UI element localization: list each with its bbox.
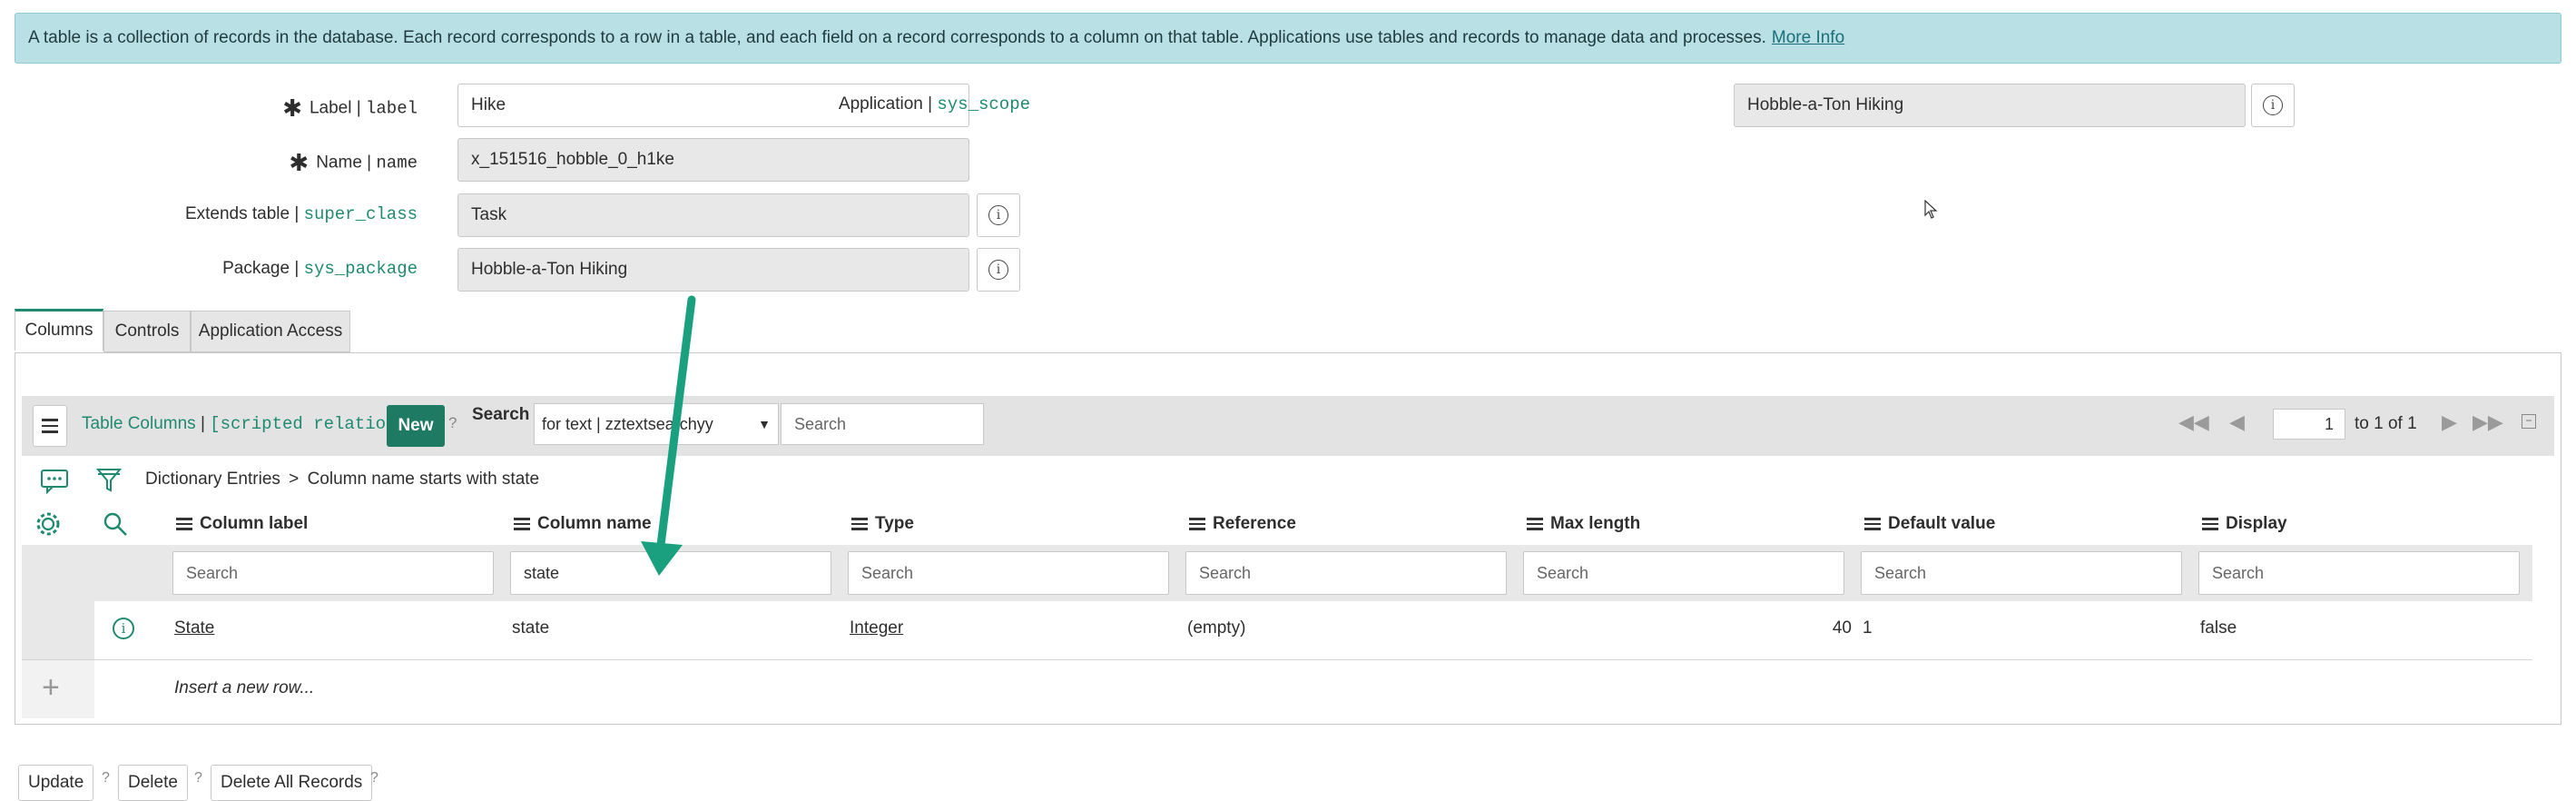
annotation-arrow — [641, 295, 696, 576]
